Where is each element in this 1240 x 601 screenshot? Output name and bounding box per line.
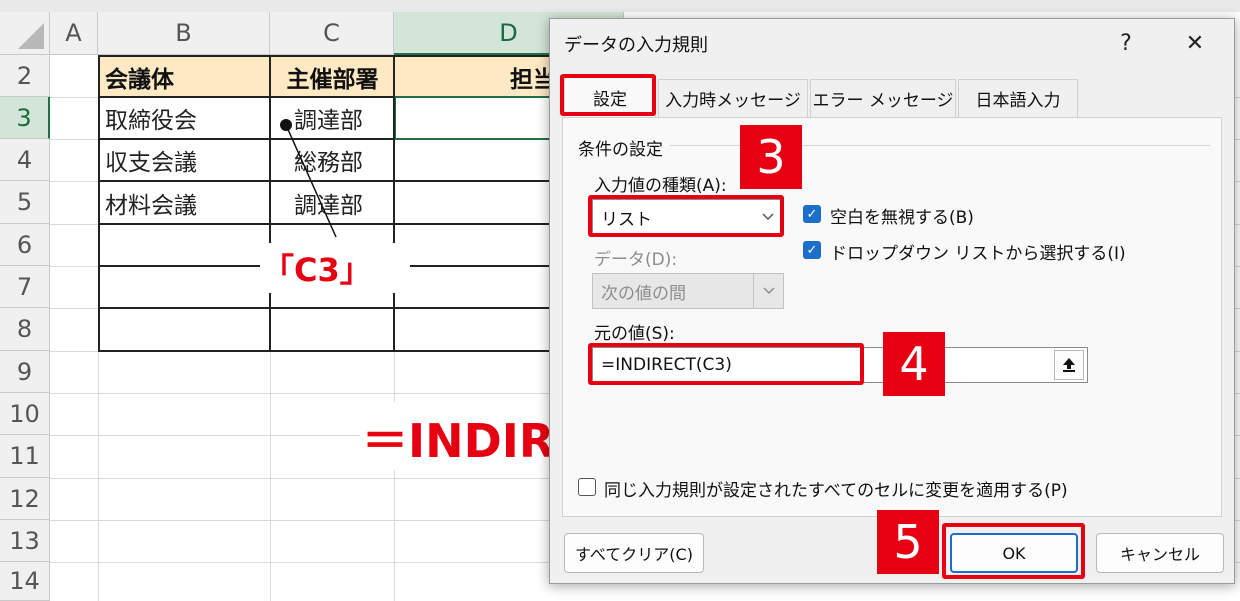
data-validation-dialog: データの入力規則 ? ✕ 設定 入力時メッセージ エラー メッセージ 日本語入力…: [549, 18, 1235, 584]
table-border: [98, 307, 624, 309]
tab-input-message[interactable]: 入力時メッセージ: [658, 79, 808, 117]
row-header-12[interactable]: 12: [0, 478, 50, 520]
row-header-7[interactable]: 7: [0, 266, 50, 308]
column-header-c[interactable]: C: [270, 12, 394, 55]
ignore-blank-checkbox[interactable]: ✓: [803, 205, 821, 223]
row-header-9[interactable]: 9: [0, 351, 50, 393]
ribbon-edge: [0, 0, 1240, 12]
dialog-title: データの入力規則: [564, 35, 708, 56]
allow-value: リスト: [601, 209, 652, 230]
dropdown-label: ドロップダウン リストから選択する(I): [830, 244, 1126, 264]
dropdown-checkbox[interactable]: ✓: [803, 241, 821, 259]
step-5-badge: 5: [877, 510, 939, 574]
row-header-8[interactable]: 8: [0, 308, 50, 351]
table-border: [98, 180, 624, 182]
row-header-14[interactable]: 14: [0, 562, 50, 601]
ok-button[interactable]: OK: [950, 533, 1078, 573]
clear-all-button[interactable]: すべてクリア(C): [564, 533, 704, 573]
cell-ref-annotation: 「C3」: [262, 251, 372, 289]
row-header-6[interactable]: 6: [0, 224, 50, 266]
table-header-meeting[interactable]: 会議体: [99, 56, 270, 97]
source-label: 元の値(S):: [594, 324, 675, 344]
range-select-button[interactable]: [1054, 350, 1084, 380]
pointer-line: [280, 119, 337, 238]
ignore-blank-label: 空白を無視する(B): [830, 208, 974, 228]
table-header-department[interactable]: 主催部署: [271, 56, 394, 97]
collapse-arrow-icon: [1063, 358, 1075, 372]
table-border: [98, 96, 394, 98]
step-3-badge: 3: [740, 125, 802, 189]
table-border: [98, 55, 624, 57]
cancel-button[interactable]: キャンセル: [1096, 533, 1224, 573]
tab-error-alert[interactable]: エラー メッセージ: [810, 79, 956, 117]
row-header-4[interactable]: 4: [0, 139, 50, 181]
row-header-11[interactable]: 11: [0, 435, 50, 478]
cell-b3[interactable]: 取締役会: [105, 97, 197, 139]
close-icon[interactable]: ✕: [1175, 25, 1215, 61]
group-label: 条件の設定: [578, 140, 663, 160]
source-input[interactable]: =INDIRECT(C3): [592, 347, 1088, 383]
data-label: データ(D):: [594, 250, 678, 270]
allow-label: 入力値の種類(A):: [594, 176, 727, 196]
chevron-down-icon: [753, 274, 783, 308]
data-dropdown: 次の値の間: [592, 273, 784, 309]
allow-dropdown[interactable]: リスト: [592, 199, 784, 235]
column-header-a[interactable]: A: [50, 12, 98, 55]
chevron-down-icon: [753, 200, 783, 234]
row-header-3[interactable]: 3: [0, 97, 50, 139]
data-value: 次の値の間: [601, 283, 686, 304]
row-header-2[interactable]: 2: [0, 55, 50, 97]
column-header-b[interactable]: B: [98, 12, 270, 55]
select-all-corner[interactable]: [0, 12, 50, 55]
cell-b5[interactable]: 材料会議: [105, 181, 197, 224]
row-header-13[interactable]: 13: [0, 520, 50, 562]
row-header-5[interactable]: 5: [0, 181, 50, 224]
table-border: [98, 350, 624, 352]
tab-settings[interactable]: 設定: [564, 77, 656, 117]
tab-ime-mode[interactable]: 日本語入力: [958, 79, 1078, 117]
cell-b4[interactable]: 収支会議: [105, 139, 197, 181]
source-value: =INDIRECT(C3): [601, 355, 732, 375]
step-4-badge: 4: [883, 332, 945, 396]
row-header-10[interactable]: 10: [0, 393, 50, 435]
apply-all-label: 同じ入力規則が設定されたすべてのセルに変更を適用する(P): [604, 481, 1068, 501]
help-icon[interactable]: ?: [1106, 25, 1146, 61]
apply-all-checkbox[interactable]: [578, 478, 596, 496]
table-border: [98, 223, 624, 225]
